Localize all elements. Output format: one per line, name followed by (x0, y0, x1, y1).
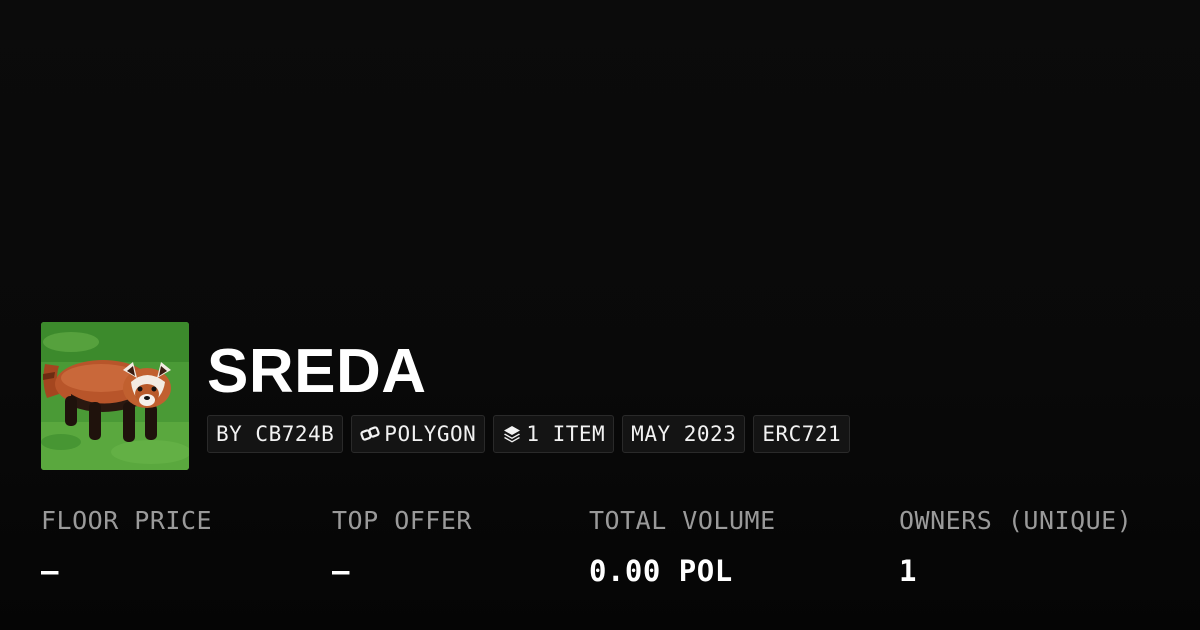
standard-label: ERC721 (762, 422, 842, 446)
stat-total-volume-label: TOTAL VOLUME (589, 506, 776, 535)
collection-header: SREDA BY CB724B POLYGON 1 ITEM MAY 2023 … (41, 322, 851, 470)
chain-label: POLYGON (384, 422, 477, 446)
collection-badges: BY CB724B POLYGON 1 ITEM MAY 2023 ERC721 (207, 415, 851, 453)
stat-total-volume-value: 0.00 POL (589, 554, 733, 588)
stat-top-offer-label: TOP OFFER (332, 506, 472, 535)
red-panda-photo-icon (41, 322, 189, 470)
date-label: MAY 2023 (631, 422, 737, 446)
stat-total-volume: TOTAL VOLUME 0.00 POL (589, 505, 776, 587)
stat-top-offer: TOP OFFER — (332, 505, 472, 587)
chain-badge[interactable]: POLYGON (351, 415, 486, 453)
stat-floor-price: FLOOR PRICE — (41, 505, 212, 587)
stat-top-offer-value: — (332, 554, 350, 588)
stat-owners-value: 1 (899, 554, 917, 588)
stat-owners: OWNERS (UNIQUE) 1 (899, 505, 1132, 587)
items-badge[interactable]: 1 ITEM (493, 415, 615, 453)
creator-badge[interactable]: BY CB724B (207, 415, 344, 453)
creator-label: BY CB724B (216, 422, 335, 446)
date-badge: MAY 2023 (622, 415, 746, 453)
collection-avatar (41, 322, 189, 470)
stat-floor-price-label: FLOOR PRICE (41, 506, 213, 535)
collection-info: SREDA BY CB724B POLYGON 1 ITEM MAY 2023 … (207, 322, 851, 453)
collection-title: SREDA (207, 337, 427, 406)
stat-owners-label: OWNERS (UNIQUE) (899, 506, 1133, 535)
layers-icon (502, 424, 522, 444)
stat-floor-price-value: — (41, 554, 59, 588)
items-label: 1 ITEM (526, 422, 606, 446)
polygon-link-icon (360, 424, 380, 444)
standard-badge: ERC721 (753, 415, 851, 453)
